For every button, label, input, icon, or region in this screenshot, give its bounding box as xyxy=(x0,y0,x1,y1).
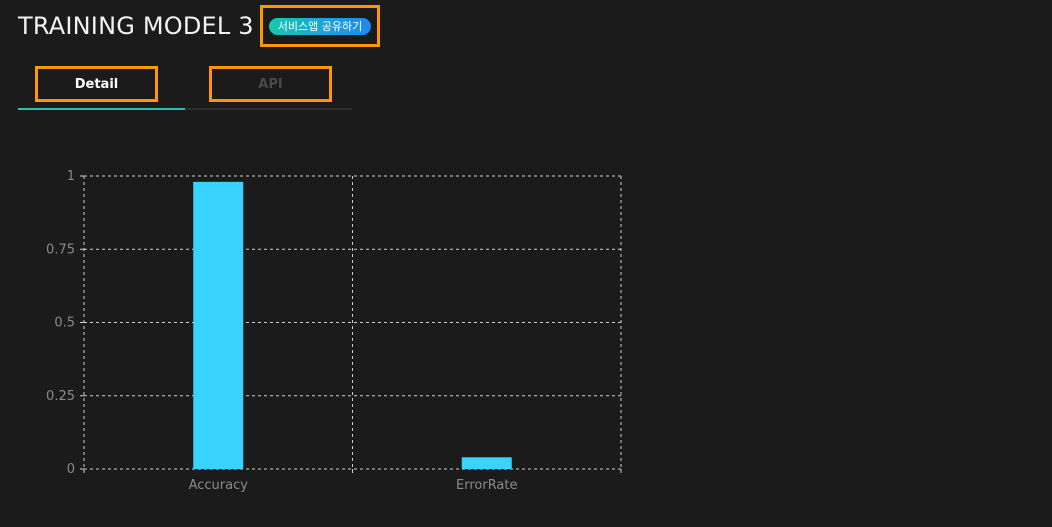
bar-accuracy xyxy=(193,181,244,470)
tab-bar: Detail API xyxy=(18,64,352,112)
y-tick-label: 0.75 xyxy=(46,242,75,257)
bar-errorrate xyxy=(461,457,512,469)
chart-grid xyxy=(83,175,622,470)
page-root: TRAINING MODEL 3 서비스앱 공유하기 Detail API 00… xyxy=(0,0,1052,527)
tab-underline-active xyxy=(18,108,185,110)
y-tick-label: 0 xyxy=(67,462,75,477)
page-header: TRAINING MODEL 3 서비스앱 공유하기 xyxy=(18,5,381,47)
x-tick-label: ErrorRate xyxy=(456,478,518,493)
tab-detail[interactable]: Detail xyxy=(35,66,158,102)
y-tick-label: 0.5 xyxy=(54,316,75,331)
y-tick-label: 1 xyxy=(67,169,75,184)
share-app-button[interactable]: 서비스앱 공유하기 xyxy=(268,17,372,35)
page-title: TRAINING MODEL 3 xyxy=(18,12,254,40)
y-tick-label: 0.25 xyxy=(46,389,75,404)
share-button-highlight: 서비스앱 공유하기 xyxy=(259,5,381,47)
x-tick-label: Accuracy xyxy=(189,478,249,493)
chart-axes: 0 0.25 0.5 0.75 1 Accuracy ErrorRate xyxy=(46,169,622,493)
metrics-bar-chart: 0 0.25 0.5 0.75 1 Accuracy ErrorRate xyxy=(46,169,622,493)
tab-api[interactable]: API xyxy=(209,66,332,102)
